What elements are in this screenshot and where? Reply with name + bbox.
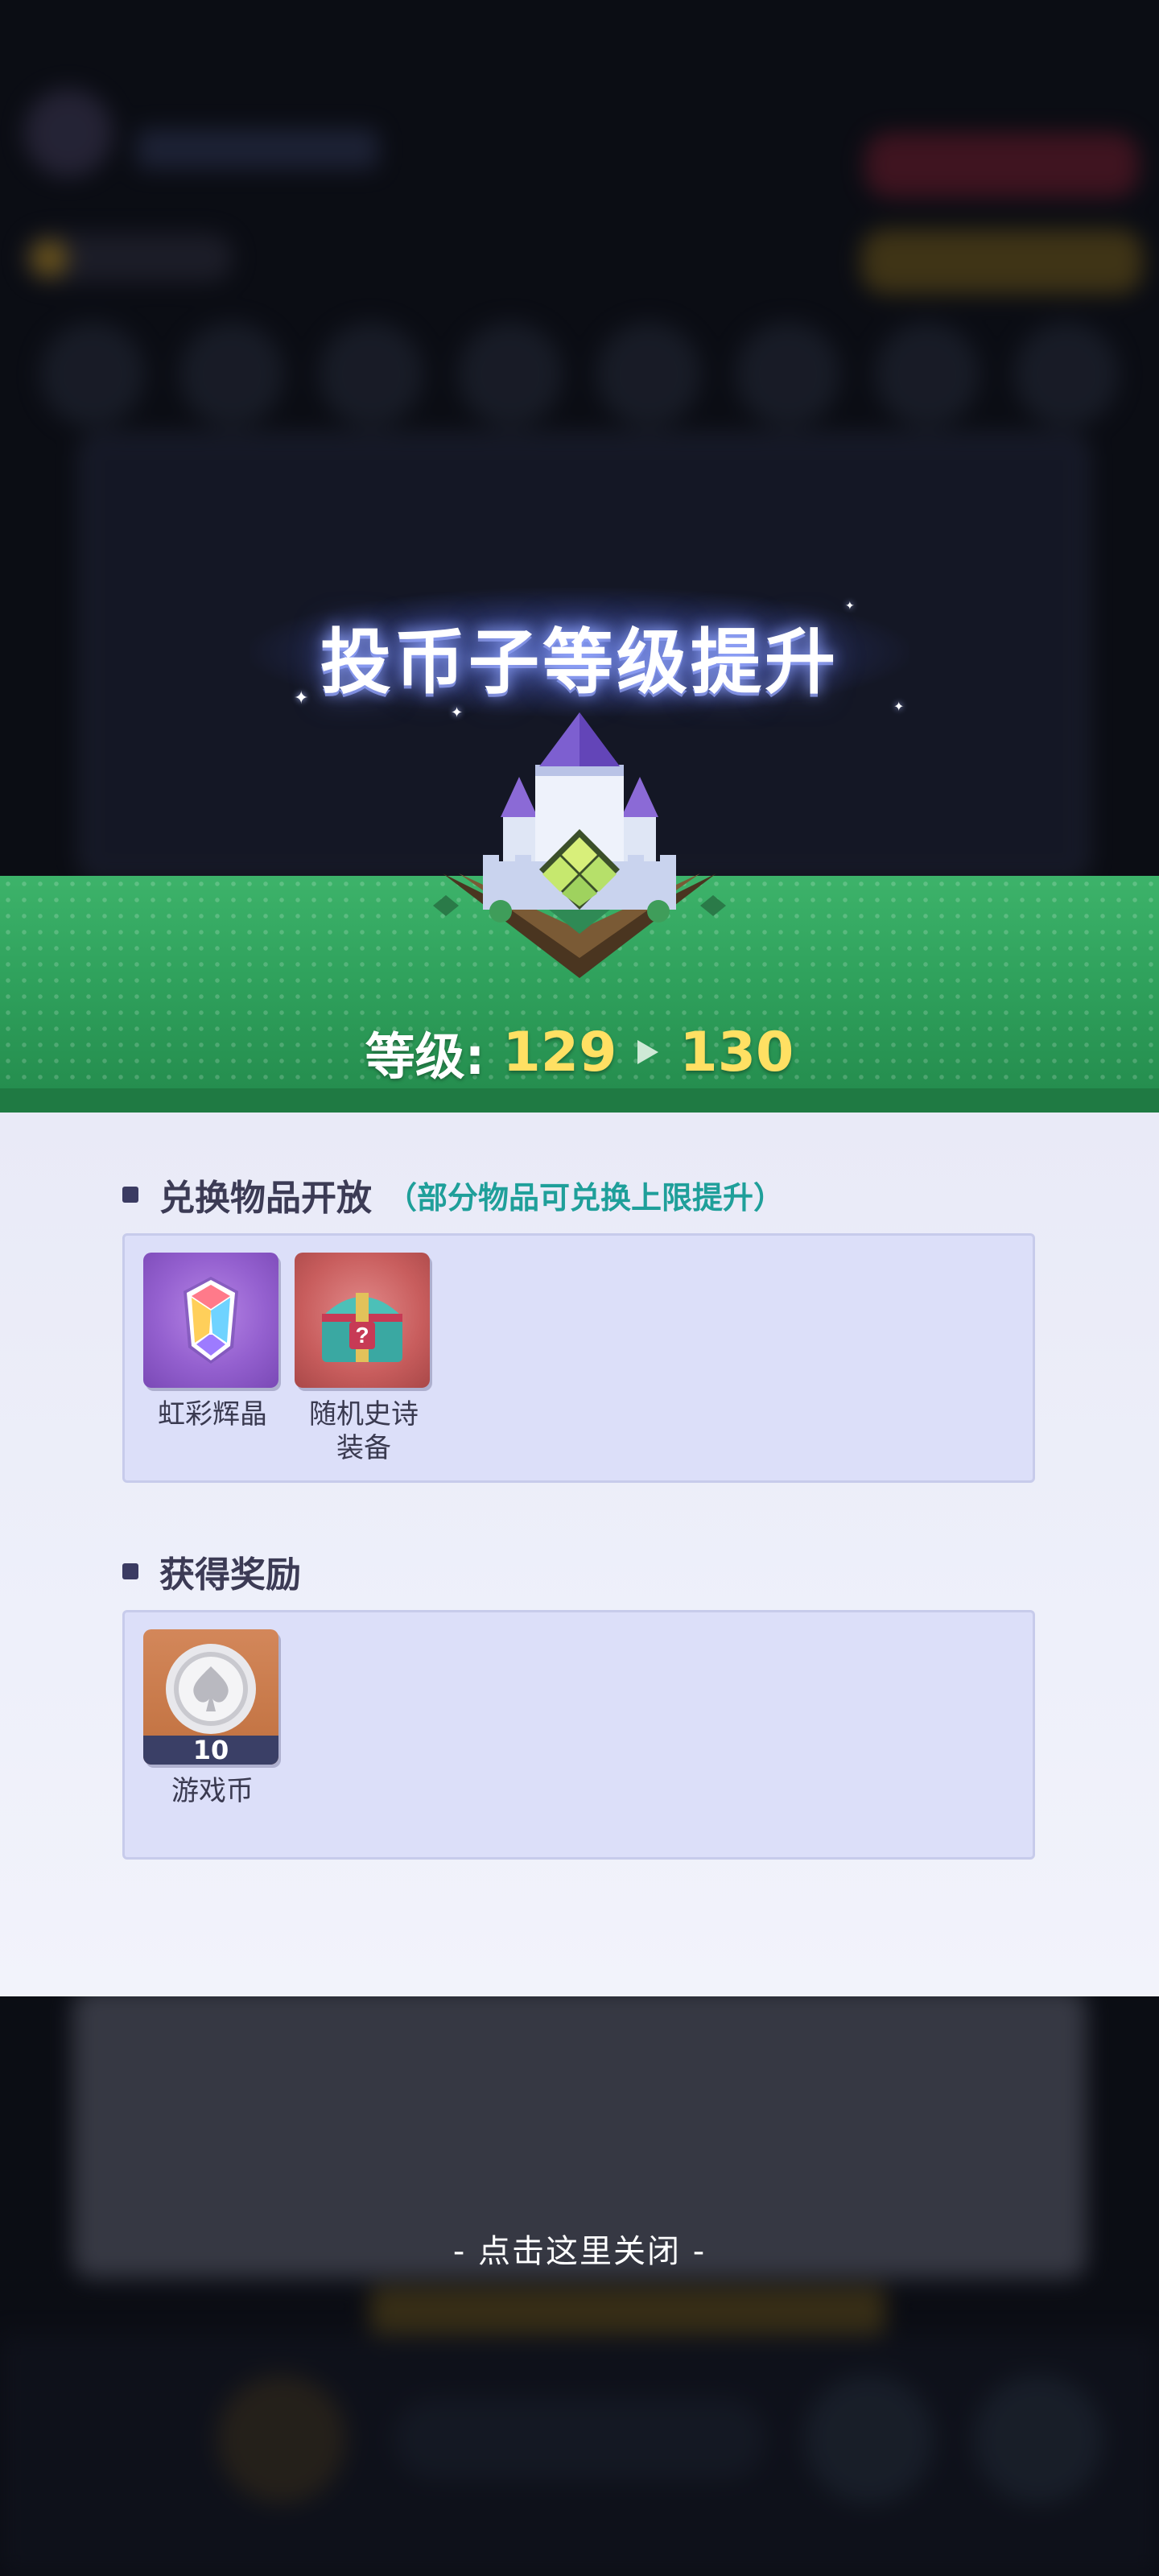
background-gold-strip [370,2286,885,2334]
background-menu-icon [179,322,284,427]
exchange-section-header: 兑换物品开放 （部分物品可兑换上限提升） [122,1169,784,1220]
level-change-row: 等级: 129 130 [0,1016,1159,1088]
background-avatar [24,89,113,177]
exchange-section-title: 兑换物品开放 [159,1178,372,1219]
background-menu-icon [457,322,563,427]
level-to: 130 [679,1020,794,1084]
exchange-item-name: 虹彩辉晶 [158,1398,267,1430]
background-menu-icon [1013,322,1119,427]
background-red-button [865,133,1139,197]
level-up-title: 投币子等级提升 [320,621,839,704]
svg-text:?: ? [355,1323,369,1348]
background-coin-icon [31,240,68,277]
exchange-item-name-line2: 装备 [336,1432,391,1464]
reward-count: 10 [143,1736,278,1765]
exchange-item-name: 随机史诗 装备 [295,1397,433,1465]
castle-emblem-icon [433,712,726,978]
background-center-button [394,2399,765,2479]
background-yellow-button [861,229,1143,294]
background-menu-icon [596,322,702,427]
bullet-square-icon [122,1563,138,1579]
reward-item-name: 游戏币 [171,1775,254,1807]
exchange-item-random-epic-gear[interactable]: ? 随机史诗 装备 [295,1253,433,1465]
mystery-chest-icon: ? [295,1253,430,1388]
exchange-item-rainbow-crystal[interactable]: 虹彩辉晶 [143,1253,282,1431]
level-label: 等级: [365,1027,485,1086]
arrow-right-icon [634,1038,662,1066]
background-round-button [805,2375,934,2504]
background-menu-icon [736,322,841,427]
rainbow-crystal-icon [143,1253,278,1388]
reward-section-header: 获得奖励 [122,1546,301,1597]
exchange-section-subtitle: （部分物品可兑换上限提升） [386,1179,785,1216]
reward-item-game-coin[interactable]: 10 游戏币 [143,1629,282,1808]
sparkle-icon: ✦ [845,600,855,613]
background-icon-row [40,322,1119,427]
sparkle-icon: ✦ [294,688,309,708]
level-from: 129 [502,1020,617,1084]
spade-coin-icon: 10 [143,1629,278,1765]
bullet-square-icon [122,1187,138,1203]
reward-section-title: 获得奖励 [159,1554,301,1596]
background-round-button [974,2375,1103,2504]
close-hint-button[interactable]: - 点击这里关闭 - [0,2225,1159,2272]
background-player-name [137,129,378,169]
background-menu-icon [875,322,980,427]
background-menu-icon [40,322,145,427]
background-round-button [217,2375,346,2504]
exchange-item-name-line1: 随机史诗 [309,1398,419,1430]
level-banner-edge [0,1088,1159,1113]
sparkle-icon: ✦ [893,699,905,714]
background-menu-icon [318,322,423,427]
